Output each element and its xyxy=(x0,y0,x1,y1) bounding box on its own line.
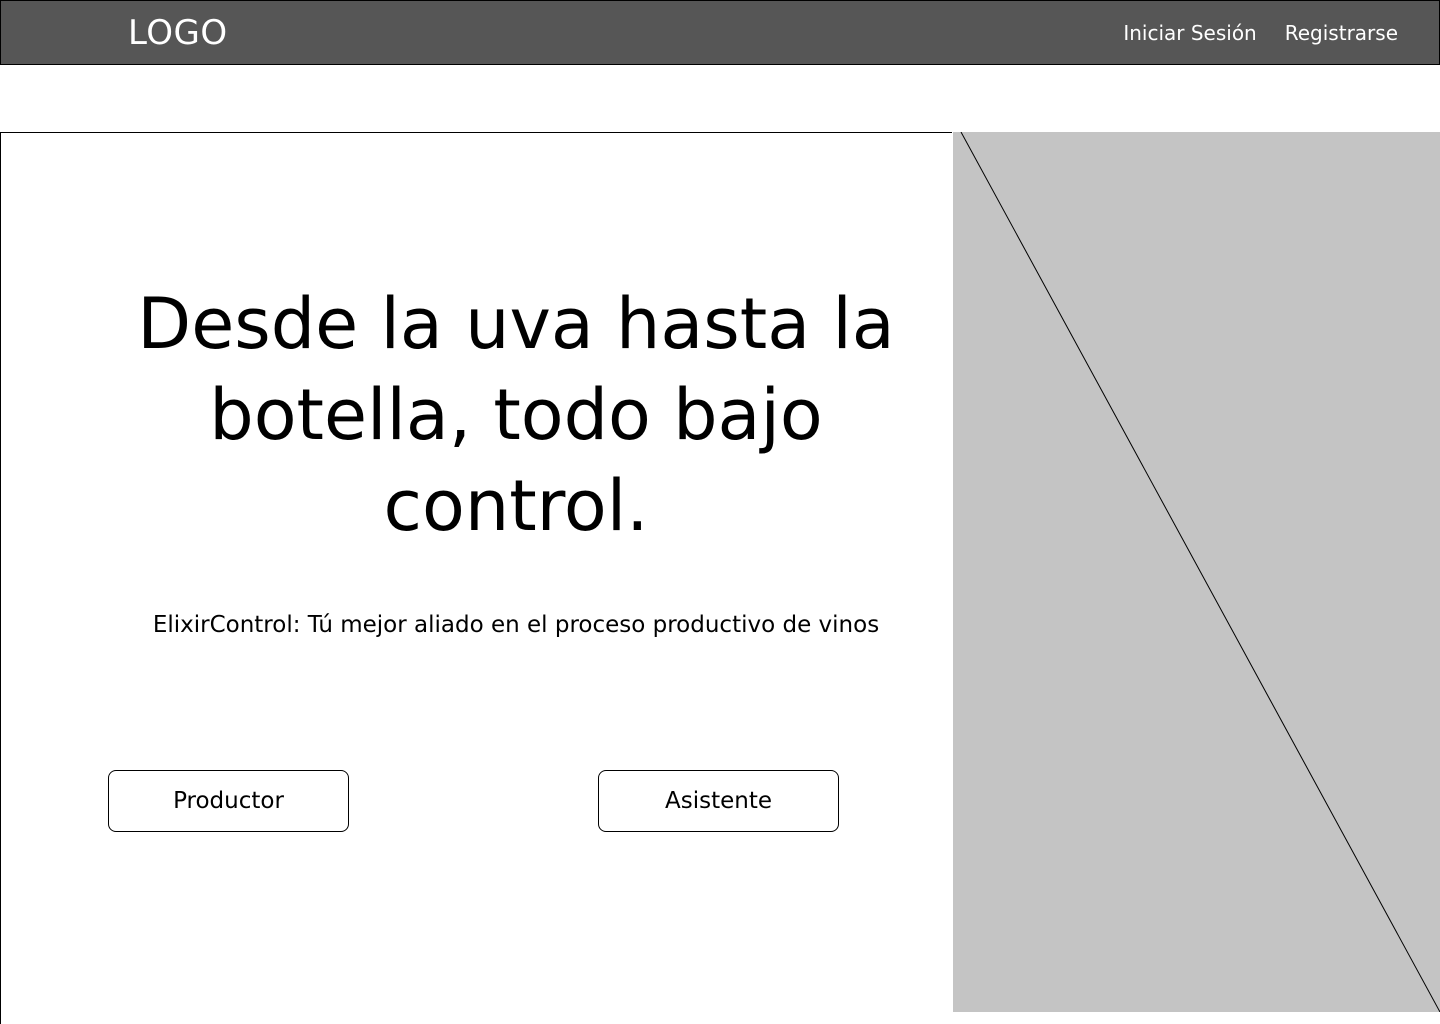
login-link[interactable]: Iniciar Sesión xyxy=(1123,21,1256,45)
hero-tagline: ElixirControl: Tú mejor aliado en el pro… xyxy=(152,612,880,638)
asistente-button[interactable]: Asistente xyxy=(598,770,839,832)
top-navbar: LOGO Iniciar Sesión Registrarse xyxy=(0,0,1440,65)
hero-section: Desde la uva hasta la botella, todo bajo… xyxy=(0,132,952,1024)
nav-links: Iniciar Sesión Registrarse xyxy=(1123,21,1398,45)
hero-headline: Desde la uva hasta la botella, todo bajo… xyxy=(137,283,895,547)
hero-image-placeholder xyxy=(953,132,1440,1012)
register-link[interactable]: Registrarse xyxy=(1285,21,1398,45)
landing-page: LOGO Iniciar Sesión Registrarse Desde la… xyxy=(0,0,1440,1024)
productor-button[interactable]: Productor xyxy=(108,770,349,832)
logo[interactable]: LOGO xyxy=(128,13,228,53)
placeholder-diagonal xyxy=(960,132,1440,1012)
